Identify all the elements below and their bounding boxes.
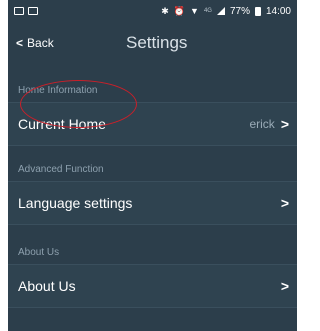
section-header-about-us: About Us [18,247,60,258]
page-title: Settings [126,33,188,52]
back-chevron-icon: < [16,36,24,50]
about-us-label: About Us [18,278,76,294]
alarm-icon: ⏰ [173,5,186,16]
chevron-right-icon: > [280,278,289,294]
navigation-bar: < Back Settings [8,22,297,65]
chevron-right-icon: > [280,116,289,132]
battery-percent: 77% [229,5,250,17]
photo-icon [28,7,38,15]
current-home-label: Current Home [18,116,106,132]
section-header-advanced-function: Advanced Function [18,164,104,175]
network-label: 4G [203,8,212,14]
clock: 14:00 [265,5,291,17]
status-bar: ✱ ⏰ ▼ 4G 77% 14:00 [8,0,297,22]
app-screen: ✱ ⏰ ▼ 4G 77% 14:00 < Back Settings Home … [8,0,297,331]
chevron-right-icon: > [280,195,289,211]
about-us-row[interactable]: About Us > [8,264,297,308]
image-icon [14,7,24,15]
signal-icon [216,7,225,15]
current-home-value: erick [249,117,275,131]
back-label: Back [27,36,54,50]
back-button[interactable]: < Back [16,36,54,50]
battery-icon [254,6,261,16]
wifi-icon: ▼ [190,5,199,16]
current-home-row[interactable]: Current Home erick > [8,102,297,146]
language-settings-label: Language settings [18,195,133,211]
bluetooth-icon: ✱ [161,5,169,16]
language-settings-row[interactable]: Language settings > [8,181,297,225]
section-header-home-information: Home Information [18,85,98,96]
